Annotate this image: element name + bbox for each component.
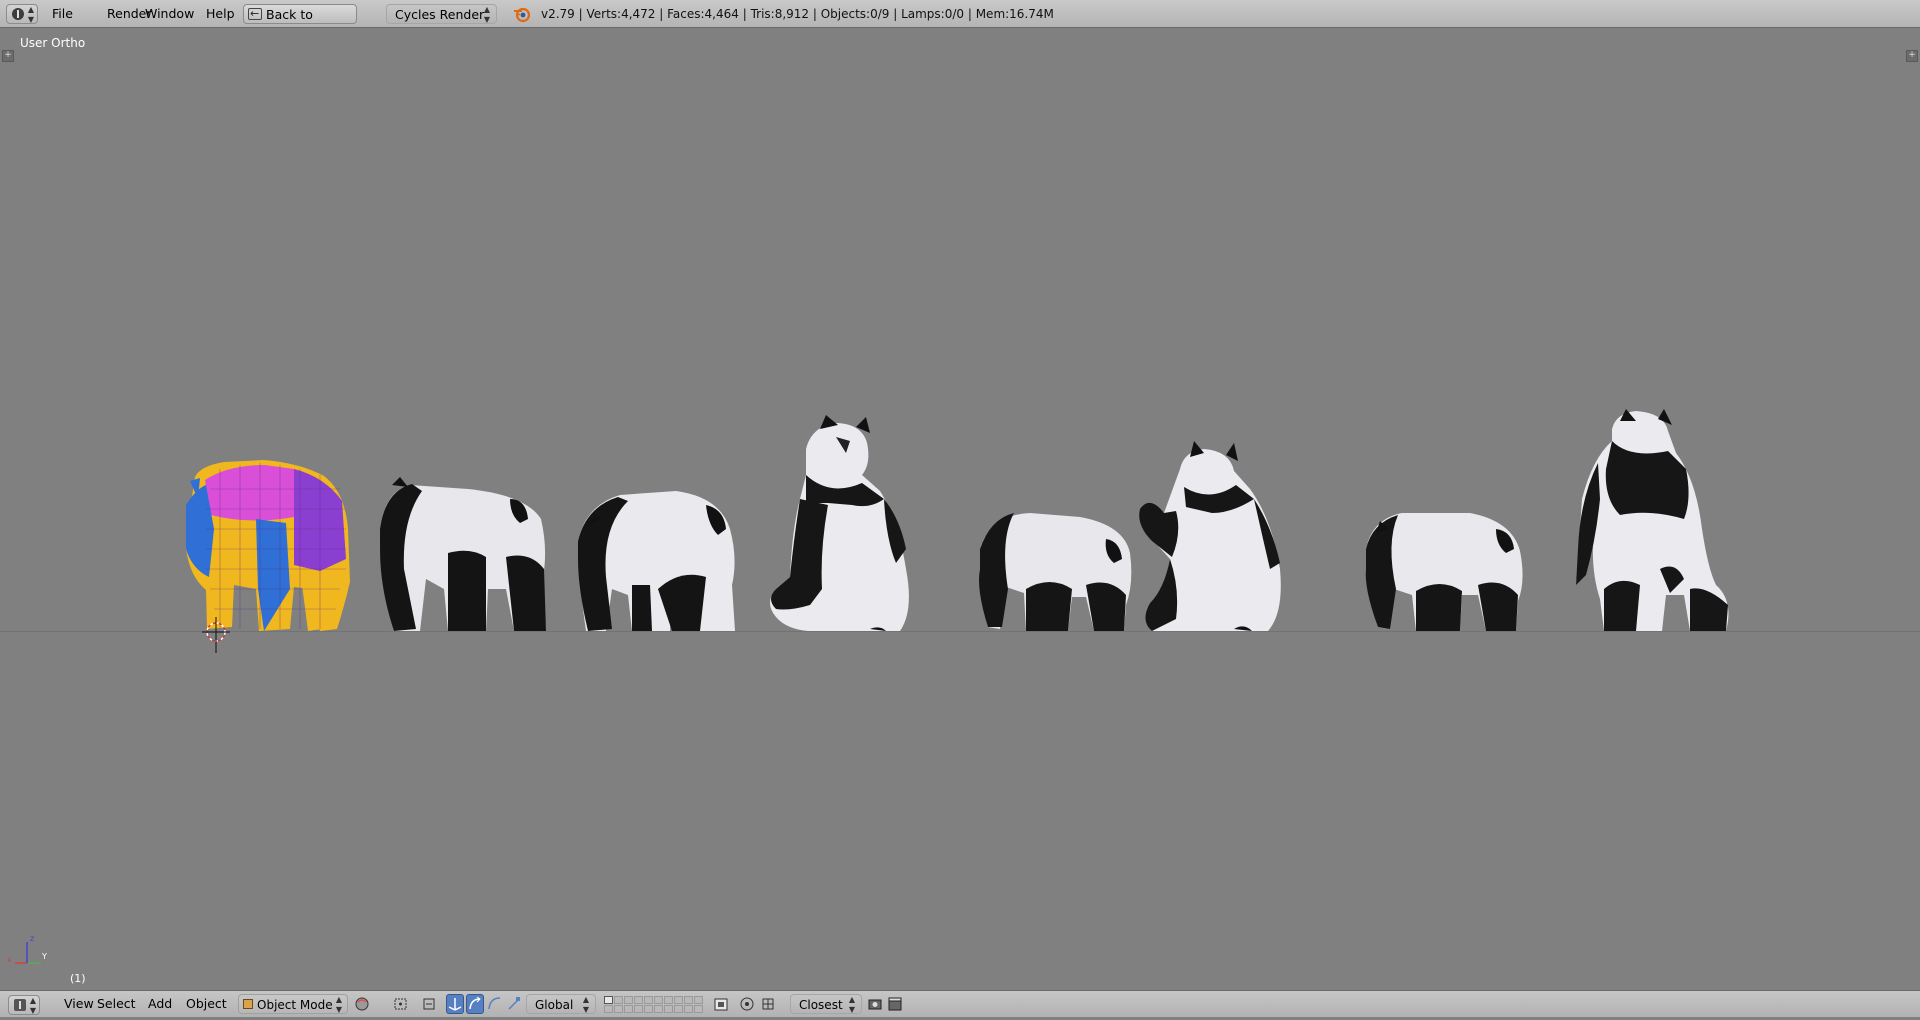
scene-layers-grid[interactable] — [604, 996, 703, 1013]
snap-target-dropdown[interactable]: Closest ▲ ▼ — [790, 994, 862, 1014]
interaction-mode-dropdown[interactable]: Object Mode ▲ ▼ — [238, 994, 348, 1014]
panda-model[interactable] — [1365, 513, 1523, 631]
menu-file[interactable]: File — [46, 4, 79, 24]
layer-button[interactable] — [614, 1005, 623, 1013]
render-animation-icon[interactable] — [886, 994, 904, 1014]
manipulator-scale-icon[interactable] — [506, 994, 524, 1014]
scene-statistics: v2.79 | Verts:4,472 | Faces:4,464 | Tris… — [541, 7, 1054, 21]
panda-model[interactable] — [1139, 441, 1281, 631]
object-mode-cube-icon — [243, 999, 253, 1009]
viewport-shading-icon[interactable] — [354, 994, 372, 1014]
layer-button[interactable] — [644, 1005, 653, 1013]
updown-arrows-icon: ▲ ▼ — [27, 5, 34, 24]
uv-textured-panda-model[interactable] — [186, 460, 350, 631]
layer-button[interactable] — [624, 996, 633, 1004]
info-icon — [12, 8, 24, 20]
layer-button[interactable] — [644, 996, 653, 1004]
updown-arrows-icon: ▲ ▼ — [483, 5, 490, 24]
render-engine-value: Cycles Render — [395, 7, 485, 22]
axis-x-label: x — [7, 955, 12, 964]
layer-button[interactable] — [694, 996, 703, 1004]
scene-objects — [186, 409, 1729, 653]
transform-manipulator-toggle-icon[interactable] — [420, 994, 438, 1014]
layer-button[interactable] — [624, 1005, 633, 1013]
menu-help[interactable]: Help — [200, 4, 241, 24]
axis-lines-icon — [15, 942, 41, 964]
blender-logo-icon — [514, 7, 531, 23]
transform-orientation-dropdown[interactable]: Global ▲ ▼ — [526, 994, 596, 1014]
info-header: ▲▼ File Render Window Help Back to Previ… — [0, 0, 1920, 42]
updown-arrows-icon: ▲ ▼ — [29, 996, 36, 1015]
3d-view-header: ▲ ▼ View Select Add Object Object Mode ▲ ▼… — [0, 990, 1920, 1017]
layer-button[interactable] — [664, 1005, 673, 1013]
manipulator-translate-icon[interactable] — [446, 994, 464, 1014]
menu-add[interactable]: Add — [142, 994, 178, 1014]
back-arrow-icon — [248, 4, 262, 24]
panda-model[interactable] — [1576, 409, 1729, 631]
menu-select[interactable]: Select — [91, 994, 142, 1014]
layer-button[interactable] — [654, 1005, 663, 1013]
snap-target-value: Closest — [799, 998, 843, 1012]
interaction-mode-value: Object Mode — [257, 998, 333, 1012]
snap-element-icon[interactable] — [760, 994, 778, 1014]
manipulator-rotate-icon[interactable] — [466, 994, 484, 1014]
editor-type-selector[interactable]: ▲ ▼ — [6, 4, 38, 24]
3d-view-editor-icon — [14, 999, 26, 1011]
editor-type-selector[interactable]: ▲ ▼ — [8, 995, 40, 1015]
updown-arrows-icon: ▲ ▼ — [335, 995, 342, 1014]
render-engine-dropdown[interactable]: Cycles Render ▲ ▼ — [386, 4, 497, 24]
layer-button[interactable] — [684, 996, 693, 1004]
panda-model[interactable] — [380, 477, 546, 631]
updown-arrows-icon: ▲ ▼ — [582, 995, 589, 1014]
layer-button[interactable] — [634, 996, 643, 1004]
lock-to-scene-icon[interactable] — [712, 994, 730, 1014]
layer-button[interactable] — [674, 1005, 683, 1013]
current-frame-label: (1) — [70, 972, 86, 985]
layer-button[interactable] — [614, 996, 623, 1004]
axis-gizmo: x Y z — [6, 934, 47, 974]
proportional-editing-icon[interactable] — [738, 994, 756, 1014]
axis-y-label: Y — [42, 952, 47, 961]
render-image-icon[interactable] — [866, 994, 884, 1014]
layer-button[interactable] — [634, 1005, 643, 1013]
menu-object[interactable]: Object — [180, 994, 233, 1014]
transform-orientation-value: Global — [535, 998, 574, 1012]
panda-model[interactable] — [770, 415, 909, 631]
manipulator-curve-icon[interactable] — [486, 994, 504, 1014]
layer-button[interactable] — [604, 996, 613, 1004]
axis-z-label: z — [30, 934, 35, 943]
layer-button[interactable] — [674, 996, 683, 1004]
layer-button[interactable] — [684, 1005, 693, 1013]
pivot-point-icon[interactable] — [392, 994, 410, 1014]
menu-window[interactable]: Window — [139, 4, 200, 24]
panda-model[interactable] — [578, 491, 735, 631]
3d-viewport[interactable]: User Ortho + + x Y z (1) — [0, 29, 1920, 990]
updown-arrows-icon: ▲ ▼ — [848, 995, 855, 1014]
back-to-previous-button[interactable]: Back to Previous — [243, 4, 357, 42]
layer-button[interactable] — [694, 1005, 703, 1013]
layer-button[interactable] — [654, 996, 663, 1004]
layer-button[interactable] — [664, 996, 673, 1004]
layer-button[interactable] — [604, 1005, 613, 1013]
panda-model[interactable] — [979, 513, 1132, 631]
